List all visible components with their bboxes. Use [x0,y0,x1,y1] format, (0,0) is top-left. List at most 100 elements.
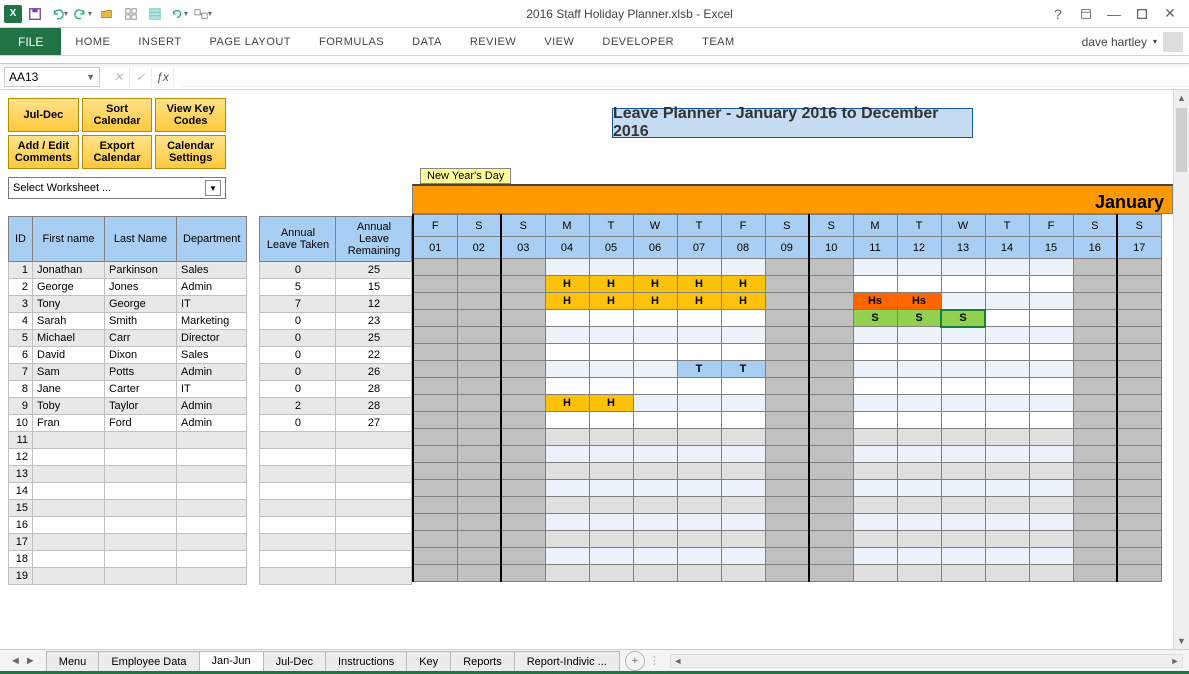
worksheet-select[interactable]: Select Worksheet ... ▼ [8,177,226,199]
undo-icon[interactable]: ▾ [48,3,70,25]
sheet-tab-jul-dec[interactable]: Jul-Dec [263,651,326,671]
calendar-cell[interactable] [1029,310,1073,327]
scroll-down-icon[interactable]: ▼ [1174,633,1189,649]
calendar-cell[interactable] [1029,395,1073,412]
calendar-cell[interactable] [721,497,765,514]
calendar-cell[interactable] [765,446,809,463]
calendar-cell[interactable] [589,446,633,463]
calendar-cell[interactable] [985,259,1029,276]
calendar-cell[interactable] [677,480,721,497]
commit-formula-icon[interactable]: ✓ [130,67,152,87]
calendar-cell[interactable] [633,429,677,446]
calendar-cell[interactable] [413,531,457,548]
calendar-cell[interactable] [457,429,501,446]
panel-button-jul-dec[interactable]: Jul-Dec [8,98,79,132]
calendar-cell[interactable] [545,259,589,276]
calendar-cell[interactable] [413,429,457,446]
close-icon[interactable]: ✕ [1157,3,1183,25]
panel-button-calendar-settings[interactable]: Calendar Settings [155,135,226,169]
calendar-cell[interactable] [457,463,501,480]
calendar-cell[interactable] [457,565,501,582]
calendar-cell[interactable] [413,327,457,344]
calendar-cell[interactable]: Hs [853,293,897,310]
calendar-cell[interactable] [941,378,985,395]
sheet-tab-reports[interactable]: Reports [450,651,515,671]
add-sheet-button[interactable]: + [625,651,645,671]
calendar-cell[interactable] [721,514,765,531]
calendar-cell[interactable] [1073,497,1117,514]
calendar-cell[interactable] [589,361,633,378]
empty-row[interactable]: 15 [9,500,412,517]
calendar-cell[interactable] [589,514,633,531]
calendar-cell[interactable] [545,531,589,548]
calendar-cell[interactable] [721,463,765,480]
calendar-cell[interactable] [941,531,985,548]
calendar-cell[interactable] [413,378,457,395]
calendar-cell[interactable] [985,344,1029,361]
calendar-cell[interactable] [1029,480,1073,497]
calendar-cell[interactable] [985,446,1029,463]
calendar-cell[interactable] [853,361,897,378]
calendar-cell[interactable] [677,344,721,361]
calendar-cell[interactable] [897,480,941,497]
calendar-cell[interactable] [897,378,941,395]
calendar-cell[interactable] [1117,276,1161,293]
calendar-cell[interactable] [413,497,457,514]
calendar-cell[interactable] [809,514,853,531]
calendar-cell[interactable] [589,429,633,446]
calendar-cell[interactable] [413,412,457,429]
calendar-cell[interactable] [809,480,853,497]
calendar-cell[interactable] [897,412,941,429]
calendar-cell[interactable]: S [853,310,897,327]
calendar-cell[interactable] [941,548,985,565]
calendar-cell[interactable] [897,497,941,514]
calendar-cell[interactable] [545,327,589,344]
ribbon-tab-view[interactable]: VIEW [530,28,588,55]
calendar-cell[interactable] [633,514,677,531]
calendar-row[interactable] [413,531,1161,548]
calendar-cell[interactable] [501,446,545,463]
calendar-cell[interactable] [1029,531,1073,548]
calendar-cell[interactable] [809,310,853,327]
calendar-cell[interactable] [545,514,589,531]
calendar-cell[interactable] [633,497,677,514]
calendar-cell[interactable] [897,361,941,378]
calendar-cell[interactable] [677,412,721,429]
calendar-cell[interactable] [985,429,1029,446]
calendar-cell[interactable] [501,259,545,276]
calendar-cell[interactable] [721,378,765,395]
calendar-cell[interactable]: H [589,395,633,412]
calendar-row[interactable] [413,344,1161,361]
calendar-cell[interactable] [545,361,589,378]
calendar-cell[interactable] [721,446,765,463]
calendar-cell[interactable] [765,378,809,395]
calendar-cell[interactable] [413,480,457,497]
calendar-cell[interactable]: S [897,310,941,327]
calendar-cell[interactable] [853,327,897,344]
minimize-icon[interactable]: — [1101,3,1127,25]
new-icon[interactable] [120,3,142,25]
calendar-grid[interactable]: FSSMTWTFSSMTWTFSS01020304050607080910111… [412,214,1162,582]
calendar-cell[interactable] [721,327,765,344]
calendar-cell[interactable] [853,259,897,276]
calendar-cell[interactable] [897,259,941,276]
calendar-cell[interactable] [501,463,545,480]
calendar-cell[interactable] [545,463,589,480]
calendar-cell[interactable] [1117,463,1161,480]
calendar-cell[interactable] [413,463,457,480]
calendar-cell[interactable] [1073,361,1117,378]
calendar-cell[interactable] [501,327,545,344]
calendar-cell[interactable] [457,395,501,412]
calendar-cell[interactable] [633,310,677,327]
calendar-cell[interactable] [1029,565,1073,582]
redo-icon[interactable]: ▾ [72,3,94,25]
calendar-cell[interactable] [809,395,853,412]
calendar-cell[interactable] [545,565,589,582]
calendar-cell[interactable] [633,259,677,276]
calendar-cell[interactable] [589,531,633,548]
calendar-cell[interactable] [985,327,1029,344]
calendar-cell[interactable] [545,480,589,497]
calendar-cell[interactable]: H [721,276,765,293]
sheet-tab-jan-jun[interactable]: Jan-Jun [199,651,264,671]
employee-row[interactable]: 3TonyGeorgeIT712 [9,296,412,313]
